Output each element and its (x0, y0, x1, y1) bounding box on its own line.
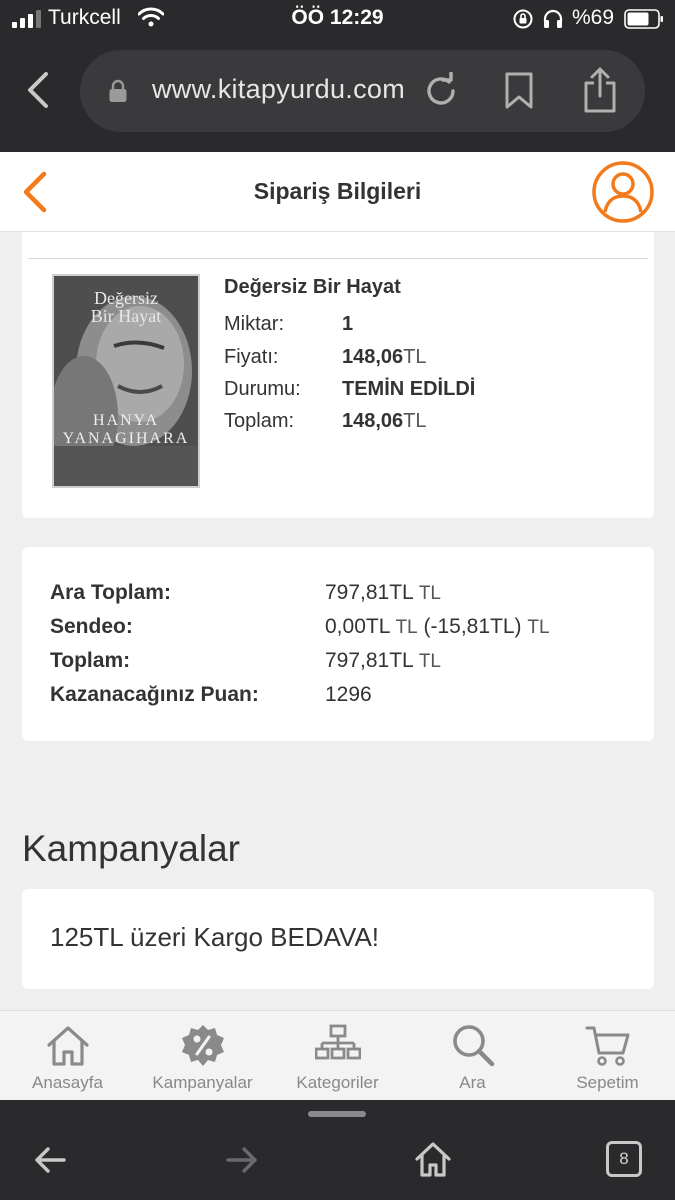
summary-value: 797,81TL TL (325, 649, 441, 673)
tab-label: Sepetim (576, 1073, 639, 1092)
address-bar[interactable]: www.kitapyurdu.com (80, 50, 645, 132)
cover-title-line: Bir Hayat (90, 306, 162, 326)
tab-anasayfa[interactable]: Anasayfa (0, 1011, 135, 1101)
detail-label: Toplam: (224, 410, 295, 432)
tab-ara[interactable]: Ara (405, 1011, 540, 1101)
product-detail-row: Miktar: 1 (224, 313, 353, 336)
campaigns-heading: Kampanyalar (22, 828, 241, 869)
tab-label: Ara (459, 1073, 486, 1092)
headphones-icon (543, 9, 563, 28)
campaign-text[interactable]: 125TL üzeri Kargo BEDAVA! (50, 922, 379, 953)
tabs-count-button[interactable]: 8 (606, 1141, 642, 1177)
page-title: Sipariş Bilgileri (253, 178, 422, 204)
forward-arrow-icon[interactable] (224, 1140, 260, 1180)
browser-toolbar: www.kitapyurdu.com (0, 40, 675, 152)
summary-amount: 797,81TL (325, 649, 413, 672)
summary-value: 797,81TL TL (325, 581, 441, 605)
rotation-lock-icon (513, 9, 533, 29)
detail-value: 148,06 (342, 410, 404, 432)
user-account-icon[interactable] (591, 160, 655, 224)
url-text[interactable]: www.kitapyurdu.com (152, 74, 405, 105)
detail-currency: TL (403, 346, 427, 368)
summary-amount: 1296 (325, 683, 372, 706)
summary-currency: TL (527, 617, 550, 638)
cart-icon (585, 1026, 630, 1066)
detail-value: 1 (342, 313, 354, 335)
web-page: Sipariş Bilgileri Değersiz Bir Hayat HAN… (0, 152, 675, 1010)
shipping-discount: (-15,81TL) (423, 615, 522, 638)
summary-amount: 797,81TL (325, 581, 413, 604)
tab-label: Kampanyalar (152, 1073, 253, 1092)
reload-icon[interactable] (422, 72, 460, 110)
home-icon[interactable] (414, 1140, 452, 1178)
summary-currency: TL (418, 651, 441, 672)
battery-icon (624, 9, 663, 29)
bookmark-icon[interactable] (504, 72, 534, 110)
detail-value: 148,06 (342, 346, 404, 368)
status-bar: Turkcell ÖÖ 12:29 %69 (0, 0, 675, 40)
divider (28, 258, 648, 259)
summary-amount: 0,00TL (325, 615, 390, 638)
tab-label: Kategoriler (296, 1073, 379, 1092)
detail-currency: TL (403, 410, 427, 432)
sitemap-icon (315, 1024, 361, 1060)
detail-label: Durumu: (224, 378, 301, 400)
home-icon (47, 1026, 89, 1066)
summary-label: Sendeo: (50, 615, 133, 638)
share-icon[interactable] (582, 66, 618, 114)
summary-value: 0,00TL TL (-15,81TL) TL (325, 615, 550, 639)
summary-label: Toplam: (50, 649, 131, 672)
summary-value: 1296 (325, 683, 372, 707)
summary-currency: TL (418, 583, 441, 604)
tab-label: Anasayfa (32, 1073, 103, 1092)
campaign-card[interactable]: 125TL üzeri Kargo BEDAVA! (22, 889, 654, 989)
book-cover-image[interactable]: Değersiz Bir Hayat HANYA YANAGIHARA (52, 274, 200, 488)
page-header: Sipariş Bilgileri (0, 152, 675, 232)
order-item-card: Değersiz Bir Hayat HANYA YANAGIHARA Değe… (22, 212, 654, 518)
site-tab-bar: Anasayfa Kampanyalar Kategoriler Ara Sep… (0, 1010, 675, 1100)
cover-author-line: YANAGIHARA (62, 430, 190, 447)
summary-label: Kazanacağınız Puan: (50, 683, 259, 706)
tab-kategoriler[interactable]: Kategoriler (270, 1011, 405, 1101)
product-title[interactable]: Değersiz Bir Hayat (224, 276, 401, 299)
tab-kampanyalar[interactable]: Kampanyalar (135, 1011, 270, 1101)
product-detail-row: Durumu: TEMİN EDİLDİ (224, 378, 475, 401)
lock-icon (109, 79, 127, 102)
browser-back-icon[interactable] (22, 70, 56, 110)
detail-label: Miktar: (224, 313, 284, 335)
summary-label: Ara Toplam: (50, 581, 171, 604)
order-summary-card: Ara Toplam: 797,81TL TL Sendeo: 0,00TL T… (22, 547, 654, 741)
browser-bottom-toolbar: 8 (0, 1100, 675, 1200)
summary-currency: TL (395, 617, 418, 638)
toolbar-handle[interactable] (308, 1111, 366, 1117)
detail-value: TEMİN EDİLDİ (342, 378, 476, 400)
cover-author-line: HANYA (93, 412, 159, 429)
tab-sepetim[interactable]: Sepetim (540, 1011, 675, 1101)
detail-label: Fiyatı: (224, 346, 279, 368)
product-detail-row: Fiyatı: 148,06TL (224, 346, 427, 369)
battery-percent: %69 (572, 6, 615, 29)
percent-badge-icon (182, 1025, 224, 1066)
search-icon (453, 1025, 495, 1067)
product-detail-row: Toplam: 148,06TL (224, 410, 427, 433)
back-arrow-icon[interactable] (32, 1140, 68, 1180)
